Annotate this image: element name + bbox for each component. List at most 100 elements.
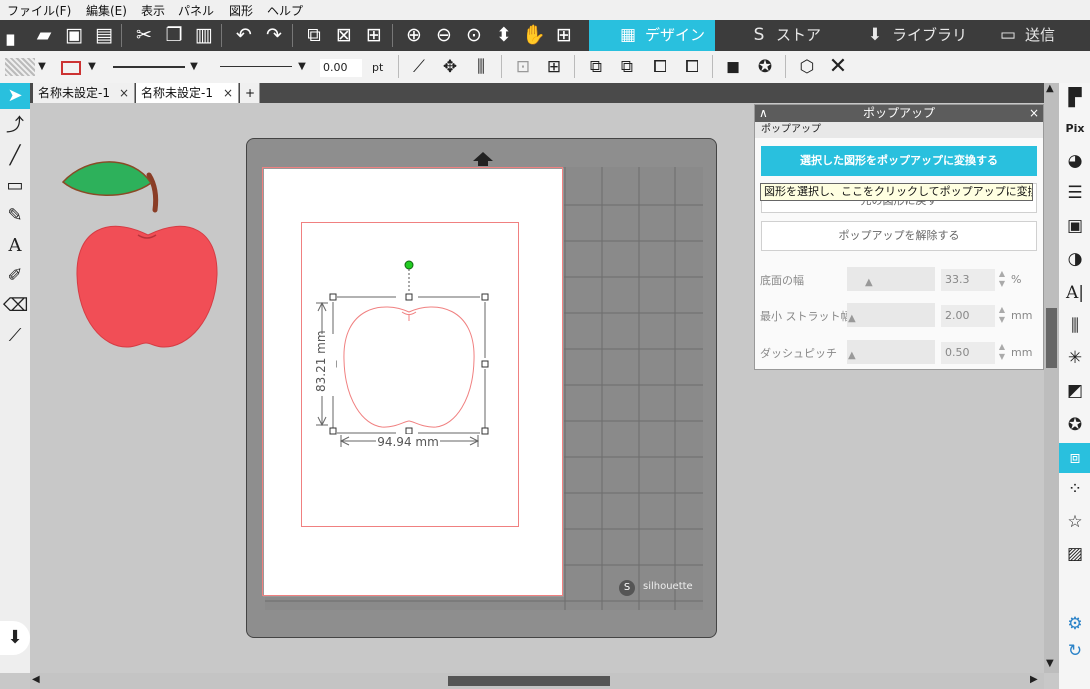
offset-icon[interactable]: ✪ (1062, 412, 1088, 438)
chevron-down-icon[interactable]: ▼ (36, 55, 48, 79)
slider-thumb-icon[interactable]: ▲ (848, 313, 856, 324)
spinner-icon[interactable]: ▲ ▼ (997, 342, 1007, 364)
tab-design[interactable]: ▦ デザイン (589, 20, 715, 51)
doc-tab-active[interactable]: 名称未設定-1 × (136, 83, 239, 103)
bring-front-icon[interactable]: ⧉ (584, 55, 608, 79)
text-tool-icon[interactable]: A (3, 233, 27, 259)
slider-thumb-icon[interactable]: ▲ (848, 350, 856, 361)
line-width-input[interactable]: 0.00 (320, 59, 362, 77)
vertical-scrollbar[interactable]: ▲ ▼ (1044, 83, 1059, 673)
transparency-icon[interactable]: ◑ (1062, 246, 1088, 272)
group-icon[interactable]: ⊡ (511, 55, 535, 79)
scroll-down-icon[interactable]: ▼ (1046, 658, 1054, 669)
gear-icon[interactable]: ⚙ (1062, 611, 1088, 637)
open-folder-icon[interactable]: ▰ (32, 23, 56, 47)
menu-shape[interactable]: 図形 (229, 2, 253, 19)
library-drawer-toggle[interactable]: ⬇ (0, 621, 30, 655)
redo-icon[interactable]: ↷ (262, 23, 286, 47)
line-width-selector[interactable] (220, 66, 292, 67)
line-color-swatch[interactable] (61, 61, 81, 75)
close-icon[interactable]: ✕ (826, 55, 850, 79)
close-icon[interactable]: × (1029, 105, 1039, 122)
menu-view[interactable]: 表示 (141, 2, 165, 19)
copy-icon[interactable]: ❐ (162, 23, 186, 47)
slider-thumb-icon[interactable]: ▲ (865, 277, 873, 288)
zoom-in-icon[interactable]: ⊕ (402, 23, 426, 47)
show-full-icon[interactable]: ⊞ (552, 23, 576, 47)
deselect-icon[interactable]: ⊠ (332, 23, 356, 47)
fill-color-icon[interactable]: ◕ (1062, 148, 1088, 174)
menu-panel[interactable]: パネル (178, 2, 214, 19)
eraser-icon[interactable]: ⌫ (3, 293, 28, 319)
chevron-down-icon[interactable]: ▼ (296, 55, 308, 79)
chevron-down-icon[interactable]: ▼ (188, 55, 200, 79)
close-icon[interactable]: × (119, 83, 129, 103)
scroll-up-icon[interactable]: ▲ (1046, 83, 1054, 94)
align-icon[interactable]: ⫼ (469, 55, 493, 79)
modify-icon[interactable]: ◩ (1062, 378, 1088, 404)
save-icon[interactable]: ▣ (62, 23, 86, 47)
vertical-scroll-thumb[interactable] (1046, 308, 1057, 368)
tab-send[interactable]: ▭ 送信 (995, 20, 1085, 51)
base-width-input[interactable]: 33.3 (941, 269, 995, 291)
pen-icon[interactable]: ✎ (3, 203, 27, 229)
text-style-icon[interactable]: A| (1062, 280, 1088, 306)
knife-icon[interactable]: ⟋ (3, 323, 27, 349)
strut-width-input[interactable]: 2.00 (941, 305, 995, 327)
scroll-left-icon[interactable]: ◀ (32, 674, 40, 685)
replicate-icon[interactable]: ✳ (1062, 345, 1088, 371)
close-icon[interactable]: × (223, 83, 233, 103)
pan-icon[interactable]: ✋ (522, 23, 546, 47)
convert-to-popup-button[interactable]: 選択した図形をポップアップに変換する (761, 146, 1037, 176)
select-by-color-icon[interactable]: ⊞ (362, 23, 386, 47)
base-width-slider[interactable]: ▲ (847, 267, 935, 291)
release-popup-button[interactable]: ポップアップを解除する (761, 221, 1037, 251)
line-style-selector[interactable] (113, 66, 185, 68)
horizontal-scroll-thumb[interactable] (448, 676, 610, 686)
line-style-icon[interactable]: ☰ (1062, 180, 1088, 206)
move-icon[interactable]: ✥ (438, 55, 462, 79)
new-file-icon[interactable]: ▖ (2, 23, 26, 47)
align-panel-icon[interactable]: ⫼ (1062, 313, 1088, 339)
spinner-icon[interactable]: ▲ ▼ (997, 269, 1007, 291)
spinner-icon[interactable]: ▲ ▼ (997, 305, 1007, 327)
strut-width-slider[interactable]: ▲ (847, 303, 935, 327)
horizontal-scrollbar[interactable]: ◀ ▶ (30, 673, 1044, 689)
fit-to-page-icon[interactable]: ⬍ (492, 23, 516, 47)
paste-icon[interactable]: ▥ (192, 23, 216, 47)
popup-panel-button[interactable]: ⧈ (1059, 443, 1090, 473)
image-effects-icon[interactable]: ▣ (1062, 213, 1088, 239)
chevron-down-icon[interactable]: ▼ (86, 55, 98, 79)
pixscan-icon[interactable]: Pix (1062, 116, 1088, 142)
line-icon[interactable]: ╱ (3, 143, 27, 169)
apple-graphic[interactable] (58, 155, 223, 355)
text-edit-icon[interactable]: ✐ (3, 263, 27, 289)
dash-pitch-slider[interactable]: ▲ (847, 340, 935, 364)
menu-file[interactable]: ファイル(F) (7, 2, 71, 19)
dash-pitch-input[interactable]: 0.50 (941, 342, 995, 364)
zoom-select-icon[interactable]: ⊙ (462, 23, 486, 47)
menu-edit[interactable]: 編集(E) (86, 2, 127, 19)
sketch-icon[interactable]: ☆ (1062, 509, 1088, 535)
star-icon[interactable]: ✪ (753, 55, 777, 79)
shapes-icon[interactable]: ◼ (721, 55, 745, 79)
zoom-out-icon[interactable]: ⊖ (432, 23, 456, 47)
undo-icon[interactable]: ↶ (232, 23, 256, 47)
rhinestone-icon[interactable]: ⁘ (1062, 476, 1088, 502)
tab-library[interactable]: ⬇ ライブラリ (862, 20, 972, 51)
edit-points-icon[interactable]: ⤴ (3, 113, 27, 139)
cut-icon[interactable]: ✂ (132, 23, 156, 47)
sync-icon[interactable]: ↻ (1062, 638, 1088, 664)
tab-store[interactable]: S ストア (746, 20, 846, 51)
doc-tab[interactable]: 名称未設定-1 × (33, 83, 135, 103)
hatch-fill-icon[interactable]: ▨ (1062, 541, 1088, 567)
forward-icon[interactable]: ⧠ (648, 55, 672, 79)
page-setup-icon[interactable]: ▛ (1062, 85, 1088, 111)
ungroup-icon[interactable]: ⊞ (542, 55, 566, 79)
scroll-right-icon[interactable]: ▶ (1030, 674, 1038, 685)
fill-pattern-swatch[interactable] (5, 58, 35, 76)
select-all-icon[interactable]: ⧉ (302, 23, 326, 47)
rectangle-icon[interactable]: ▭ (3, 173, 27, 199)
cube-icon[interactable]: ⬡ (795, 55, 819, 79)
menu-help[interactable]: ヘルプ (267, 2, 303, 19)
